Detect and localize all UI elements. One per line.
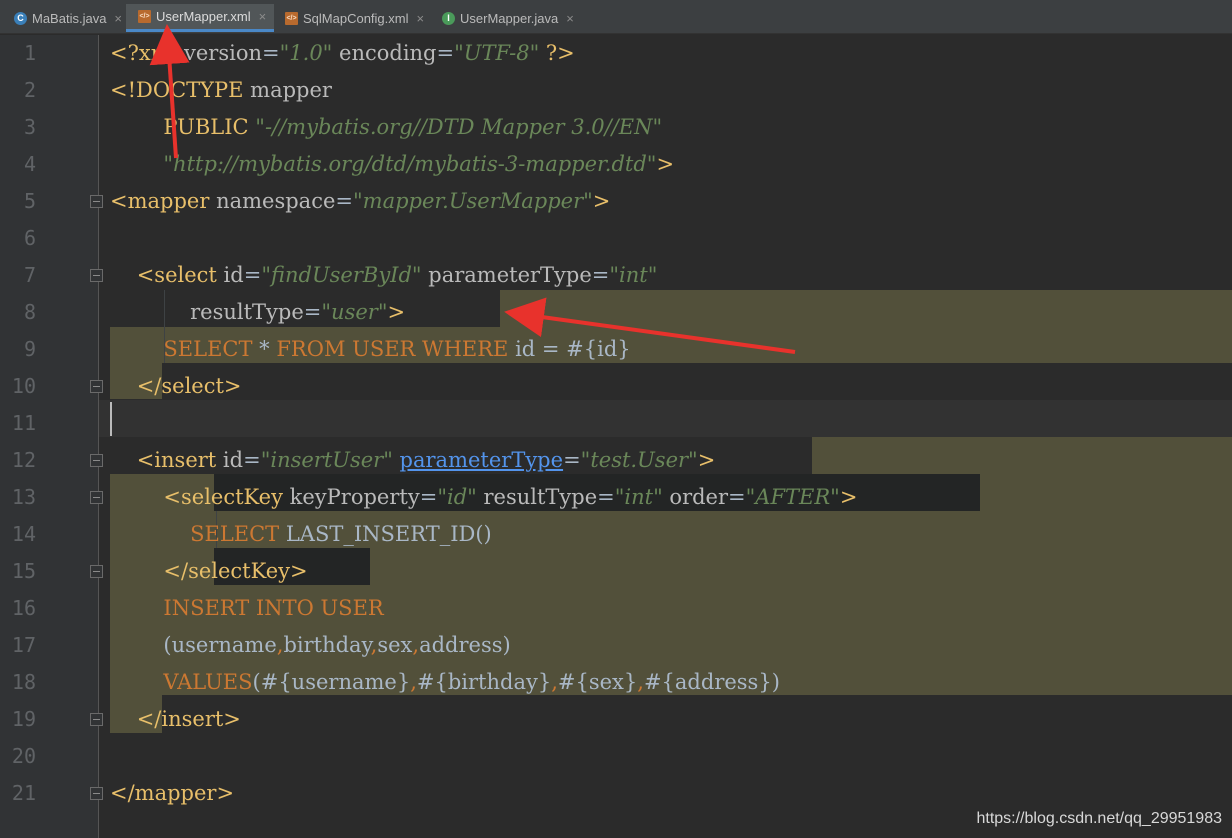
annotation-arrow-resulttype [504,297,796,354]
annotation-arrow-tab [149,24,190,159]
annotation-arrows [149,24,796,354]
watermark: https://blog.csdn.net/qq_29951983 [976,810,1222,827]
